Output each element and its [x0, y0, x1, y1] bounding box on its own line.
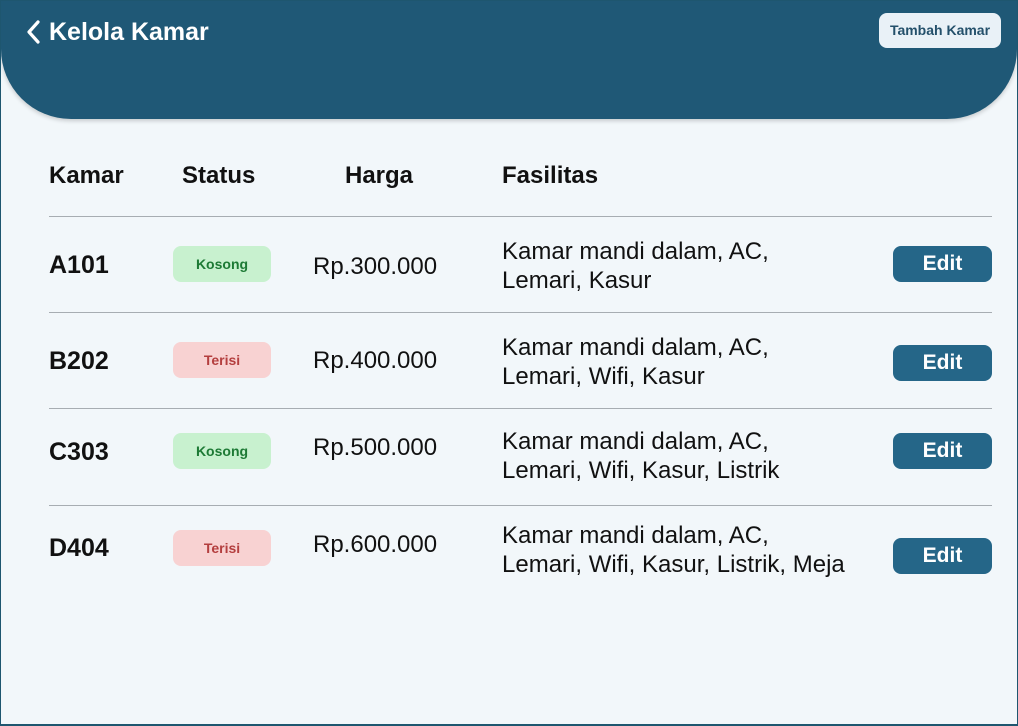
app-header: Kelola Kamar Tambah Kamar	[1, 1, 1017, 119]
page-title: Kelola Kamar	[49, 18, 209, 46]
edit-button[interactable]: Edit	[893, 433, 992, 469]
table-row: A101 Kosong Rp.300.000 Kamar mandi dalam…	[49, 217, 992, 312]
room-facilities: Kamar mandi dalam, AC, Lemari, Wifi, Kas…	[502, 334, 769, 390]
status-badge: Kosong	[173, 246, 271, 282]
column-header-harga: Harga	[345, 162, 414, 189]
edit-button[interactable]: Edit	[893, 246, 992, 282]
room-number: D404	[49, 534, 109, 562]
column-header-kamar: Kamar	[49, 162, 124, 189]
room-price: Rp.500.000	[313, 434, 438, 461]
table-row: C303 Kosong Rp.500.000 Kamar mandi dalam…	[49, 409, 992, 505]
status-badge: Kosong	[173, 433, 271, 469]
status-badge: Terisi	[173, 342, 271, 378]
kelola-kamar-page: Kelola Kamar Tambah Kamar Kamar Status H…	[1, 1, 1017, 724]
table-row: D404 Terisi Rp.600.000 Kamar mandi dalam…	[49, 506, 992, 626]
room-price: Rp.400.000	[313, 347, 438, 374]
back-button[interactable]	[23, 18, 45, 46]
room-facilities: Kamar mandi dalam, AC, Lemari, Wifi, Kas…	[502, 522, 845, 578]
table-row: B202 Terisi Rp.400.000 Kamar mandi dalam…	[49, 313, 992, 408]
room-price: Rp.300.000	[313, 253, 438, 280]
room-number: A101	[49, 251, 109, 279]
room-facilities: Kamar mandi dalam, AC, Lemari, Kasur	[502, 238, 769, 294]
room-number: C303	[49, 438, 109, 466]
room-number: B202	[49, 347, 109, 375]
edit-button[interactable]: Edit	[893, 538, 992, 574]
edit-button[interactable]: Edit	[893, 345, 992, 381]
column-header-fasilitas: Fasilitas	[502, 162, 599, 189]
tambah-kamar-button[interactable]: Tambah Kamar	[879, 13, 1001, 48]
room-price: Rp.600.000	[313, 531, 438, 558]
room-facilities: Kamar mandi dalam, AC, Lemari, Wifi, Kas…	[502, 428, 780, 484]
column-header-status: Status	[182, 162, 256, 189]
status-badge: Terisi	[173, 530, 271, 566]
chevron-left-icon	[27, 20, 40, 44]
